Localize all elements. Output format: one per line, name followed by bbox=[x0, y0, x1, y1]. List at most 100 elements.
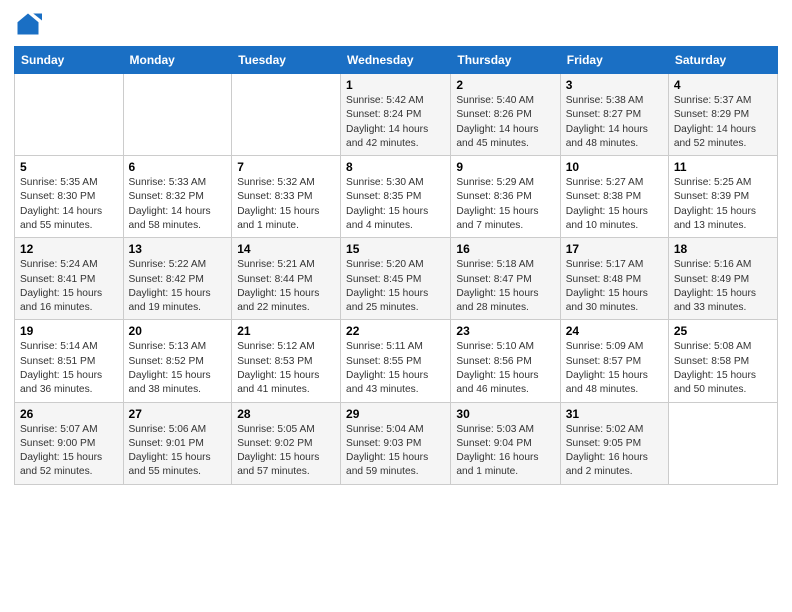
day-number: 10 bbox=[566, 160, 663, 174]
day-info: Sunrise: 5:20 AM Sunset: 8:45 PM Dayligh… bbox=[346, 258, 445, 315]
day-info: Sunrise: 5:08 AM Sunset: 8:58 PM Dayligh… bbox=[674, 340, 772, 397]
logo bbox=[14, 10, 46, 38]
calendar-week-row: 12 Sunrise: 5:24 AM Sunset: 8:41 PM Dayli… bbox=[15, 238, 778, 320]
calendar-cell: 29 Sunrise: 5:04 AM Sunset: 9:03 PM Dayli… bbox=[341, 402, 451, 484]
day-number: 26 bbox=[20, 407, 118, 421]
calendar-cell: 31 Sunrise: 5:02 AM Sunset: 9:05 PM Dayli… bbox=[560, 402, 668, 484]
calendar-cell: 8 Sunrise: 5:30 AM Sunset: 8:35 PM Daylig… bbox=[341, 156, 451, 238]
day-number: 3 bbox=[566, 78, 663, 92]
weekday-header-row: SundayMondayTuesdayWednesdayThursdayFrid… bbox=[15, 47, 778, 74]
calendar-cell bbox=[668, 402, 777, 484]
calendar-cell: 20 Sunrise: 5:13 AM Sunset: 8:52 PM Dayli… bbox=[123, 320, 232, 402]
calendar-cell: 25 Sunrise: 5:08 AM Sunset: 8:58 PM Dayli… bbox=[668, 320, 777, 402]
calendar-cell: 17 Sunrise: 5:17 AM Sunset: 8:48 PM Dayli… bbox=[560, 238, 668, 320]
calendar-cell: 30Sunrise: 5:03 AM Sunset: 9:04 PM Dayli… bbox=[451, 402, 560, 484]
calendar-cell: 19Sunrise: 5:14 AM Sunset: 8:51 PM Dayli… bbox=[15, 320, 124, 402]
day-info: Sunrise: 5:06 AM Sunset: 9:01 PM Dayligh… bbox=[129, 423, 227, 480]
calendar-cell: 6 Sunrise: 5:33 AM Sunset: 8:32 PM Daylig… bbox=[123, 156, 232, 238]
calendar-cell bbox=[15, 74, 124, 156]
day-number: 12 bbox=[20, 242, 118, 256]
day-info: Sunrise: 5:22 AM Sunset: 8:42 PM Dayligh… bbox=[129, 258, 227, 315]
day-info: Sunrise: 5:16 AM Sunset: 8:49 PM Dayligh… bbox=[674, 258, 772, 315]
day-number: 17 bbox=[566, 242, 663, 256]
calendar-cell: 26 Sunrise: 5:07 AM Sunset: 9:00 PM Dayli… bbox=[15, 402, 124, 484]
day-number: 4 bbox=[674, 78, 772, 92]
day-info: Sunrise: 5:09 AM Sunset: 8:57 PM Dayligh… bbox=[566, 340, 663, 397]
calendar-cell: 18 Sunrise: 5:16 AM Sunset: 8:49 PM Dayli… bbox=[668, 238, 777, 320]
day-number: 15 bbox=[346, 242, 445, 256]
calendar-cell: 10Sunrise: 5:27 AM Sunset: 8:38 PM Dayli… bbox=[560, 156, 668, 238]
calendar-table: SundayMondayTuesdayWednesdayThursdayFrid… bbox=[14, 46, 778, 485]
calendar-cell: 14 Sunrise: 5:21 AM Sunset: 8:44 PM Dayli… bbox=[232, 238, 341, 320]
weekday-header-thursday: Thursday bbox=[451, 47, 560, 74]
day-info: Sunrise: 5:35 AM Sunset: 8:30 PM Dayligh… bbox=[20, 176, 118, 233]
day-info: Sunrise: 5:10 AM Sunset: 8:56 PM Dayligh… bbox=[456, 340, 554, 397]
weekday-header-friday: Friday bbox=[560, 47, 668, 74]
day-info: Sunrise: 5:07 AM Sunset: 9:00 PM Dayligh… bbox=[20, 423, 118, 480]
day-info: Sunrise: 5:38 AM Sunset: 8:27 PM Dayligh… bbox=[566, 94, 663, 151]
day-info: Sunrise: 5:37 AM Sunset: 8:29 PM Dayligh… bbox=[674, 94, 772, 151]
weekday-header-sunday: Sunday bbox=[15, 47, 124, 74]
day-info: Sunrise: 5:25 AM Sunset: 8:39 PM Dayligh… bbox=[674, 176, 772, 233]
calendar-cell: 7Sunrise: 5:32 AM Sunset: 8:33 PM Daylig… bbox=[232, 156, 341, 238]
calendar-cell: 1 Sunrise: 5:42 AM Sunset: 8:24 PM Daylig… bbox=[341, 74, 451, 156]
day-number: 7 bbox=[237, 160, 335, 174]
day-info: Sunrise: 5:29 AM Sunset: 8:36 PM Dayligh… bbox=[456, 176, 554, 233]
day-number: 24 bbox=[566, 324, 663, 338]
day-number: 14 bbox=[237, 242, 335, 256]
calendar-cell: 28Sunrise: 5:05 AM Sunset: 9:02 PM Dayli… bbox=[232, 402, 341, 484]
day-number: 20 bbox=[129, 324, 227, 338]
day-info: Sunrise: 5:40 AM Sunset: 8:26 PM Dayligh… bbox=[456, 94, 554, 151]
day-number: 13 bbox=[129, 242, 227, 256]
day-number: 23 bbox=[456, 324, 554, 338]
day-number: 16 bbox=[456, 242, 554, 256]
day-info: Sunrise: 5:02 AM Sunset: 9:05 PM Dayligh… bbox=[566, 423, 663, 480]
day-info: Sunrise: 5:17 AM Sunset: 8:48 PM Dayligh… bbox=[566, 258, 663, 315]
day-info: Sunrise: 5:11 AM Sunset: 8:55 PM Dayligh… bbox=[346, 340, 445, 397]
day-number: 19 bbox=[20, 324, 118, 338]
day-number: 8 bbox=[346, 160, 445, 174]
day-info: Sunrise: 5:30 AM Sunset: 8:35 PM Dayligh… bbox=[346, 176, 445, 233]
day-number: 31 bbox=[566, 407, 663, 421]
weekday-header-wednesday: Wednesday bbox=[341, 47, 451, 74]
calendar-week-row: 5 Sunrise: 5:35 AM Sunset: 8:30 PM Daylig… bbox=[15, 156, 778, 238]
day-info: Sunrise: 5:12 AM Sunset: 8:53 PM Dayligh… bbox=[237, 340, 335, 397]
day-number: 2 bbox=[456, 78, 554, 92]
calendar-cell: 13 Sunrise: 5:22 AM Sunset: 8:42 PM Dayli… bbox=[123, 238, 232, 320]
weekday-header-monday: Monday bbox=[123, 47, 232, 74]
calendar-cell: 21Sunrise: 5:12 AM Sunset: 8:53 PM Dayli… bbox=[232, 320, 341, 402]
calendar-cell: 9 Sunrise: 5:29 AM Sunset: 8:36 PM Daylig… bbox=[451, 156, 560, 238]
calendar-cell: 4 Sunrise: 5:37 AM Sunset: 8:29 PM Daylig… bbox=[668, 74, 777, 156]
weekday-header-saturday: Saturday bbox=[668, 47, 777, 74]
header bbox=[14, 10, 778, 38]
day-number: 18 bbox=[674, 242, 772, 256]
calendar-cell: 5 Sunrise: 5:35 AM Sunset: 8:30 PM Daylig… bbox=[15, 156, 124, 238]
calendar-cell: 11 Sunrise: 5:25 AM Sunset: 8:39 PM Dayli… bbox=[668, 156, 777, 238]
day-number: 25 bbox=[674, 324, 772, 338]
day-number: 9 bbox=[456, 160, 554, 174]
day-info: Sunrise: 5:21 AM Sunset: 8:44 PM Dayligh… bbox=[237, 258, 335, 315]
day-info: Sunrise: 5:13 AM Sunset: 8:52 PM Dayligh… bbox=[129, 340, 227, 397]
day-number: 22 bbox=[346, 324, 445, 338]
day-number: 6 bbox=[129, 160, 227, 174]
day-info: Sunrise: 5:03 AM Sunset: 9:04 PM Dayligh… bbox=[456, 423, 554, 480]
calendar-cell: 27Sunrise: 5:06 AM Sunset: 9:01 PM Dayli… bbox=[123, 402, 232, 484]
day-number: 5 bbox=[20, 160, 118, 174]
calendar-cell: 16Sunrise: 5:18 AM Sunset: 8:47 PM Dayli… bbox=[451, 238, 560, 320]
calendar-cell: 24 Sunrise: 5:09 AM Sunset: 8:57 PM Dayli… bbox=[560, 320, 668, 402]
day-number: 29 bbox=[346, 407, 445, 421]
calendar-cell: 15 Sunrise: 5:20 AM Sunset: 8:45 PM Dayli… bbox=[341, 238, 451, 320]
day-info: Sunrise: 5:42 AM Sunset: 8:24 PM Dayligh… bbox=[346, 94, 445, 151]
day-info: Sunrise: 5:24 AM Sunset: 8:41 PM Dayligh… bbox=[20, 258, 118, 315]
calendar-week-row: 26 Sunrise: 5:07 AM Sunset: 9:00 PM Dayli… bbox=[15, 402, 778, 484]
calendar-week-row: 19Sunrise: 5:14 AM Sunset: 8:51 PM Dayli… bbox=[15, 320, 778, 402]
day-info: Sunrise: 5:05 AM Sunset: 9:02 PM Dayligh… bbox=[237, 423, 335, 480]
calendar-cell: 2 Sunrise: 5:40 AM Sunset: 8:26 PM Daylig… bbox=[451, 74, 560, 156]
day-info: Sunrise: 5:04 AM Sunset: 9:03 PM Dayligh… bbox=[346, 423, 445, 480]
day-number: 11 bbox=[674, 160, 772, 174]
calendar-cell bbox=[123, 74, 232, 156]
calendar-cell: 3 Sunrise: 5:38 AM Sunset: 8:27 PM Daylig… bbox=[560, 74, 668, 156]
page: SundayMondayTuesdayWednesdayThursdayFrid… bbox=[0, 0, 792, 612]
day-info: Sunrise: 5:33 AM Sunset: 8:32 PM Dayligh… bbox=[129, 176, 227, 233]
day-number: 1 bbox=[346, 78, 445, 92]
